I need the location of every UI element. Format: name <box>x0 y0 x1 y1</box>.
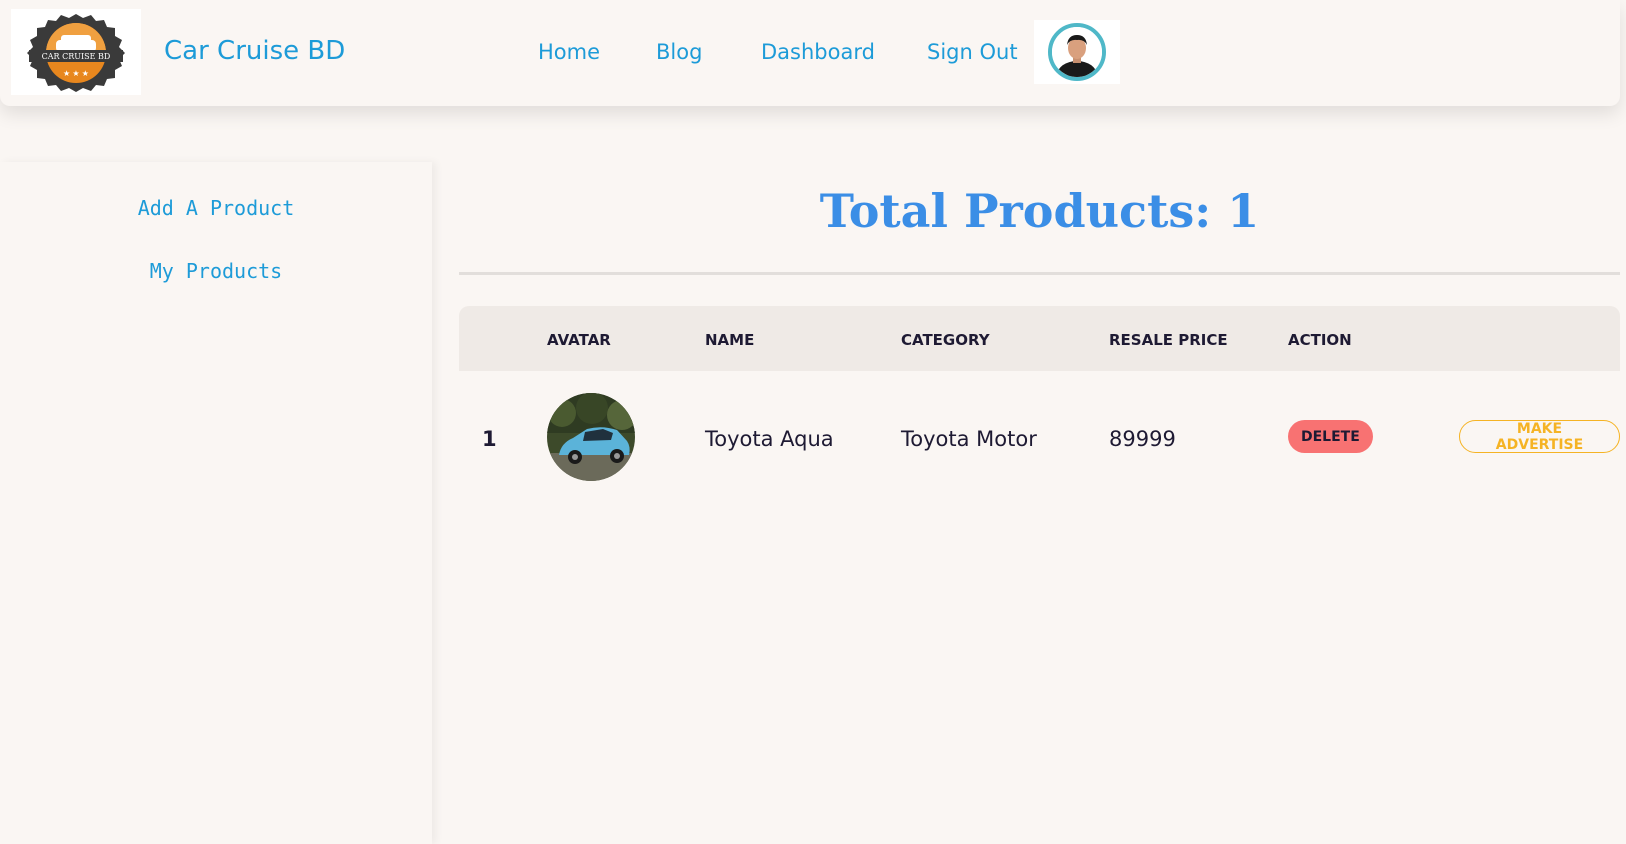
navbar: CAR CRUISE BD ★ ★ ★ Car Cruise BD Home B… <box>0 0 1620 106</box>
logo-badge-icon: CAR CRUISE BD ★ ★ ★ <box>27 14 125 92</box>
table-row: 1 Toyota Aqua Toyota Motor 89999 DELETE … <box>459 371 1620 505</box>
make-advertise-button[interactable]: MAKE ADVERTISE <box>1459 420 1620 453</box>
header-resale-price: RESALE PRICE <box>1109 331 1228 349</box>
product-name: Toyota Aqua <box>705 427 834 451</box>
brand-name[interactable]: Car Cruise BD <box>164 36 345 66</box>
nav-sign-out[interactable]: Sign Out <box>927 40 1018 64</box>
delete-button[interactable]: DELETE <box>1288 420 1373 453</box>
user-avatar[interactable] <box>1034 20 1120 84</box>
sidebar-item-my-products[interactable]: My Products <box>0 259 432 283</box>
header-name: NAME <box>705 331 755 349</box>
table-header: AVATAR NAME CATEGORY RESALE PRICE ACTION <box>459 306 1620 371</box>
svg-text:CAR CRUISE BD: CAR CRUISE BD <box>42 52 111 61</box>
header-action: ACTION <box>1288 331 1352 349</box>
product-resale-price: 89999 <box>1109 427 1176 451</box>
sidebar-item-add-product[interactable]: Add A Product <box>0 196 432 220</box>
header-category: CATEGORY <box>901 331 990 349</box>
divider <box>459 272 1620 275</box>
nav-dashboard[interactable]: Dashboard <box>761 40 875 64</box>
product-category: Toyota Motor <box>901 427 1037 451</box>
avatar-ring <box>1048 23 1106 81</box>
page-title: Total Products: 1 <box>819 184 1260 238</box>
nav-blog[interactable]: Blog <box>656 40 702 64</box>
logo[interactable]: CAR CRUISE BD ★ ★ ★ <box>11 9 141 95</box>
svg-text:★ ★ ★: ★ ★ ★ <box>63 69 89 78</box>
products-table: AVATAR NAME CATEGORY RESALE PRICE ACTION… <box>459 306 1620 505</box>
car-avatar <box>547 393 635 481</box>
nav-home[interactable]: Home <box>538 40 600 64</box>
header-avatar: AVATAR <box>547 331 611 349</box>
sidebar: Add A Product My Products <box>0 162 432 844</box>
row-index: 1 <box>482 427 497 451</box>
car-photo-icon <box>547 393 635 481</box>
user-avatar-icon <box>1052 27 1102 77</box>
